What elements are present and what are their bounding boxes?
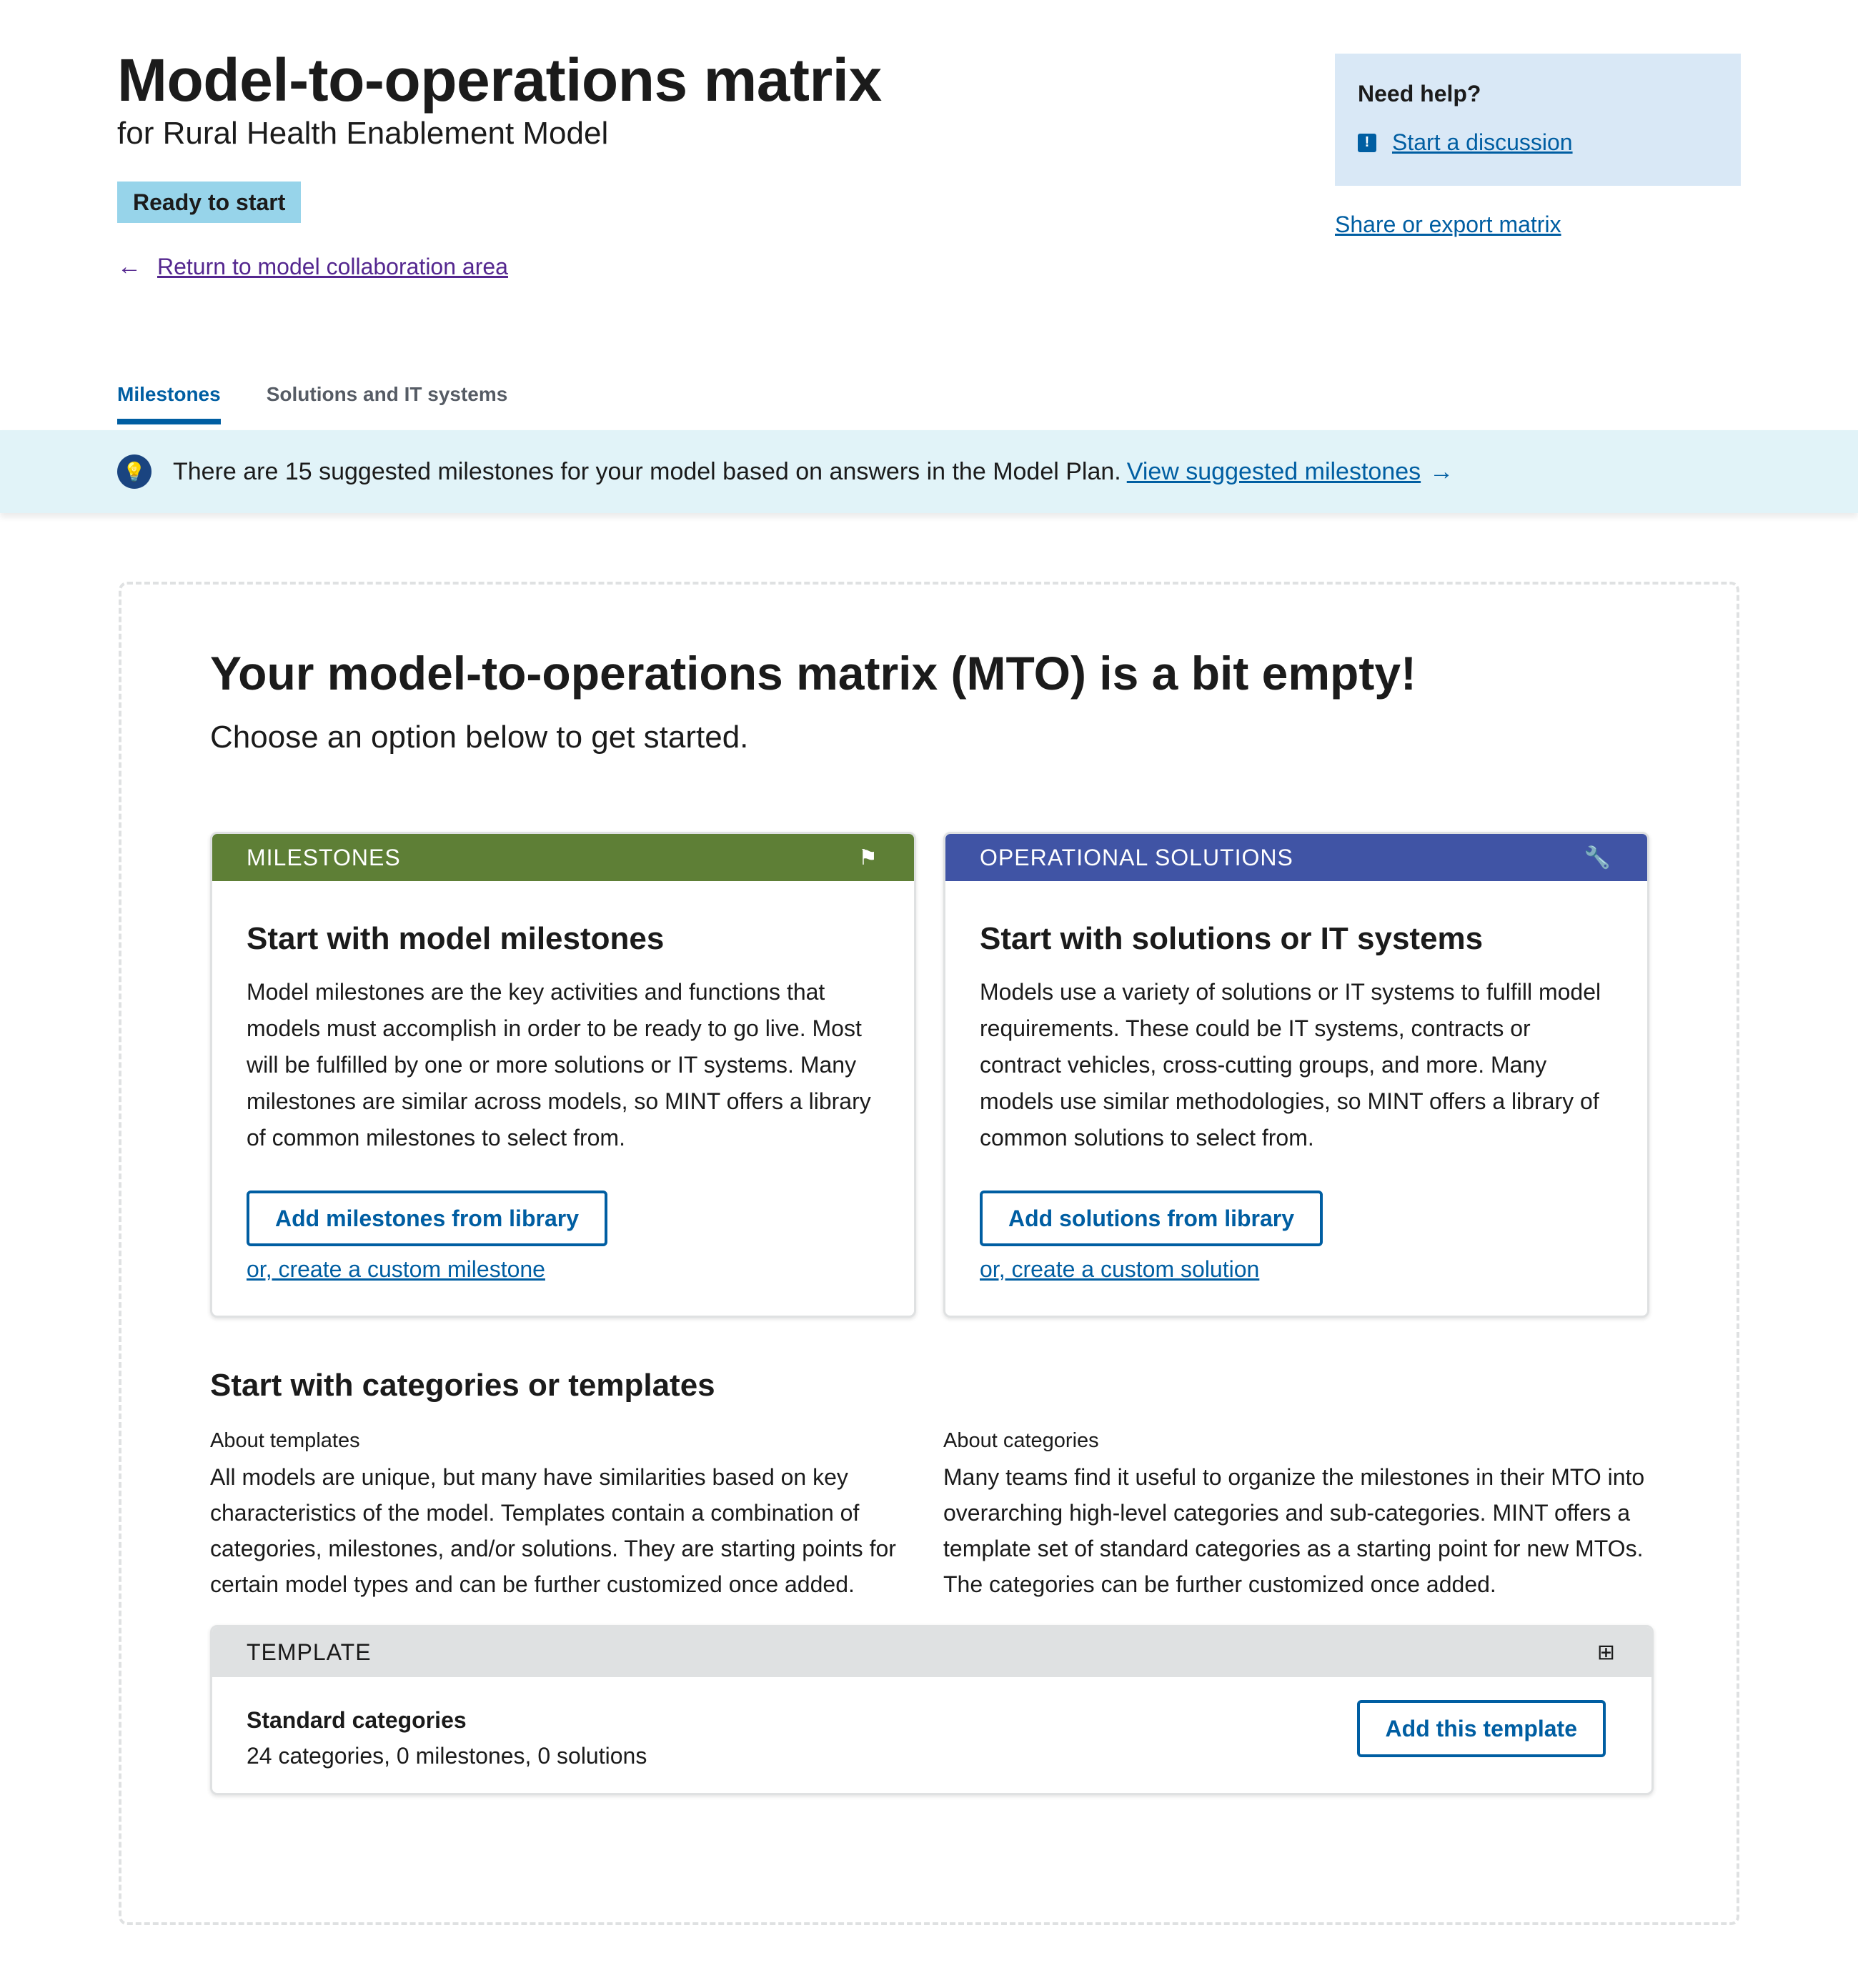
create-custom-solution-link[interactable]: or, create a custom solution bbox=[980, 1256, 1613, 1283]
about-templates-label: About templates bbox=[210, 1429, 360, 1452]
create-custom-milestone-link[interactable]: or, create a custom milestone bbox=[247, 1256, 880, 1283]
tab-milestones[interactable]: Milestones bbox=[117, 380, 221, 424]
arrow-right-icon: → bbox=[1429, 457, 1454, 485]
solutions-card-header-label: OPERATIONAL SOLUTIONS bbox=[980, 844, 1293, 870]
solutions-card-header: OPERATIONAL SOLUTIONS 🔧 bbox=[945, 834, 1647, 881]
share-export-link[interactable]: Share or export matrix bbox=[1335, 212, 1561, 238]
flag-icon: ⚑ bbox=[858, 845, 878, 870]
start-discussion-link[interactable]: Start a discussion bbox=[1392, 129, 1573, 156]
add-milestones-button[interactable]: Add milestones from library bbox=[247, 1191, 607, 1246]
banner-text: There are 15 suggested milestones for yo… bbox=[173, 457, 1121, 485]
tab-bar: Milestones Solutions and IT systems bbox=[117, 380, 553, 424]
milestones-card-header-label: MILESTONES bbox=[247, 844, 401, 870]
page-header: Model-to-operations matrix for Rural Hea… bbox=[117, 44, 1332, 281]
about-categories-text: Many teams find it useful to organize th… bbox=[943, 1464, 1645, 1597]
about-templates-text: All models are unique, but many have sim… bbox=[210, 1464, 896, 1597]
solutions-card-text: Models use a variety of solutions or IT … bbox=[980, 979, 1601, 1150]
announcement-icon: ! bbox=[1358, 133, 1376, 152]
template-card-header-label: TEMPLATE bbox=[247, 1639, 372, 1665]
template-card: TEMPLATE ⊞ Standard categories 24 catego… bbox=[210, 1625, 1654, 1795]
tab-solutions[interactable]: Solutions and IT systems bbox=[267, 380, 508, 424]
return-to-collaboration-link[interactable]: Return to model collaboration area bbox=[157, 254, 508, 280]
add-template-button[interactable]: Add this template bbox=[1356, 1700, 1606, 1757]
about-categories: About categories Many teams find it usef… bbox=[943, 1428, 1658, 1602]
milestones-card: MILESTONES ⚑ Start with model milestones… bbox=[210, 832, 916, 1318]
discussion-link-row: ! Start a discussion bbox=[1358, 129, 1718, 156]
suggestion-banner: 💡 There are 15 suggested milestones for … bbox=[0, 430, 1858, 513]
help-box: Need help? ! Start a discussion bbox=[1335, 54, 1741, 186]
about-templates: About templates All models are unique, b… bbox=[210, 1428, 932, 1602]
empty-state-subtitle: Choose an option below to get started. bbox=[210, 720, 749, 755]
empty-state: Your model-to-operations matrix (MTO) is… bbox=[119, 582, 1739, 1925]
status-badge: Ready to start bbox=[117, 182, 302, 223]
back-link-row: ← Return to model collaboration area bbox=[117, 253, 1332, 281]
add-solutions-button[interactable]: Add solutions from library bbox=[980, 1191, 1323, 1246]
page-subtitle: for Rural Health Enablement Model bbox=[117, 116, 609, 151]
milestones-card-header: MILESTONES ⚑ bbox=[212, 834, 914, 881]
solutions-card-title: Start with solutions or IT systems bbox=[980, 921, 1484, 956]
empty-state-title: Your model-to-operations matrix (MTO) is… bbox=[210, 647, 1417, 700]
arrow-left-icon: ← bbox=[117, 253, 141, 280]
wrench-icon: 🔧 bbox=[1584, 845, 1611, 870]
help-title: Need help? bbox=[1358, 81, 1481, 106]
about-categories-label: About categories bbox=[943, 1429, 1099, 1452]
template-card-header: TEMPLATE ⊞ bbox=[212, 1627, 1651, 1677]
view-suggested-milestones-link[interactable]: View suggested milestones bbox=[1127, 458, 1421, 486]
templates-section-title: Start with categories or templates bbox=[210, 1368, 715, 1403]
solutions-card: OPERATIONAL SOLUTIONS 🔧 Start with solut… bbox=[943, 832, 1649, 1318]
milestones-card-title: Start with model milestones bbox=[247, 921, 665, 956]
milestones-card-text: Model milestones are the key activities … bbox=[247, 979, 871, 1150]
page-title: Model-to-operations matrix bbox=[117, 46, 882, 114]
grid-icon: ⊞ bbox=[1596, 1640, 1616, 1664]
lightbulb-icon: 💡 bbox=[117, 454, 151, 489]
